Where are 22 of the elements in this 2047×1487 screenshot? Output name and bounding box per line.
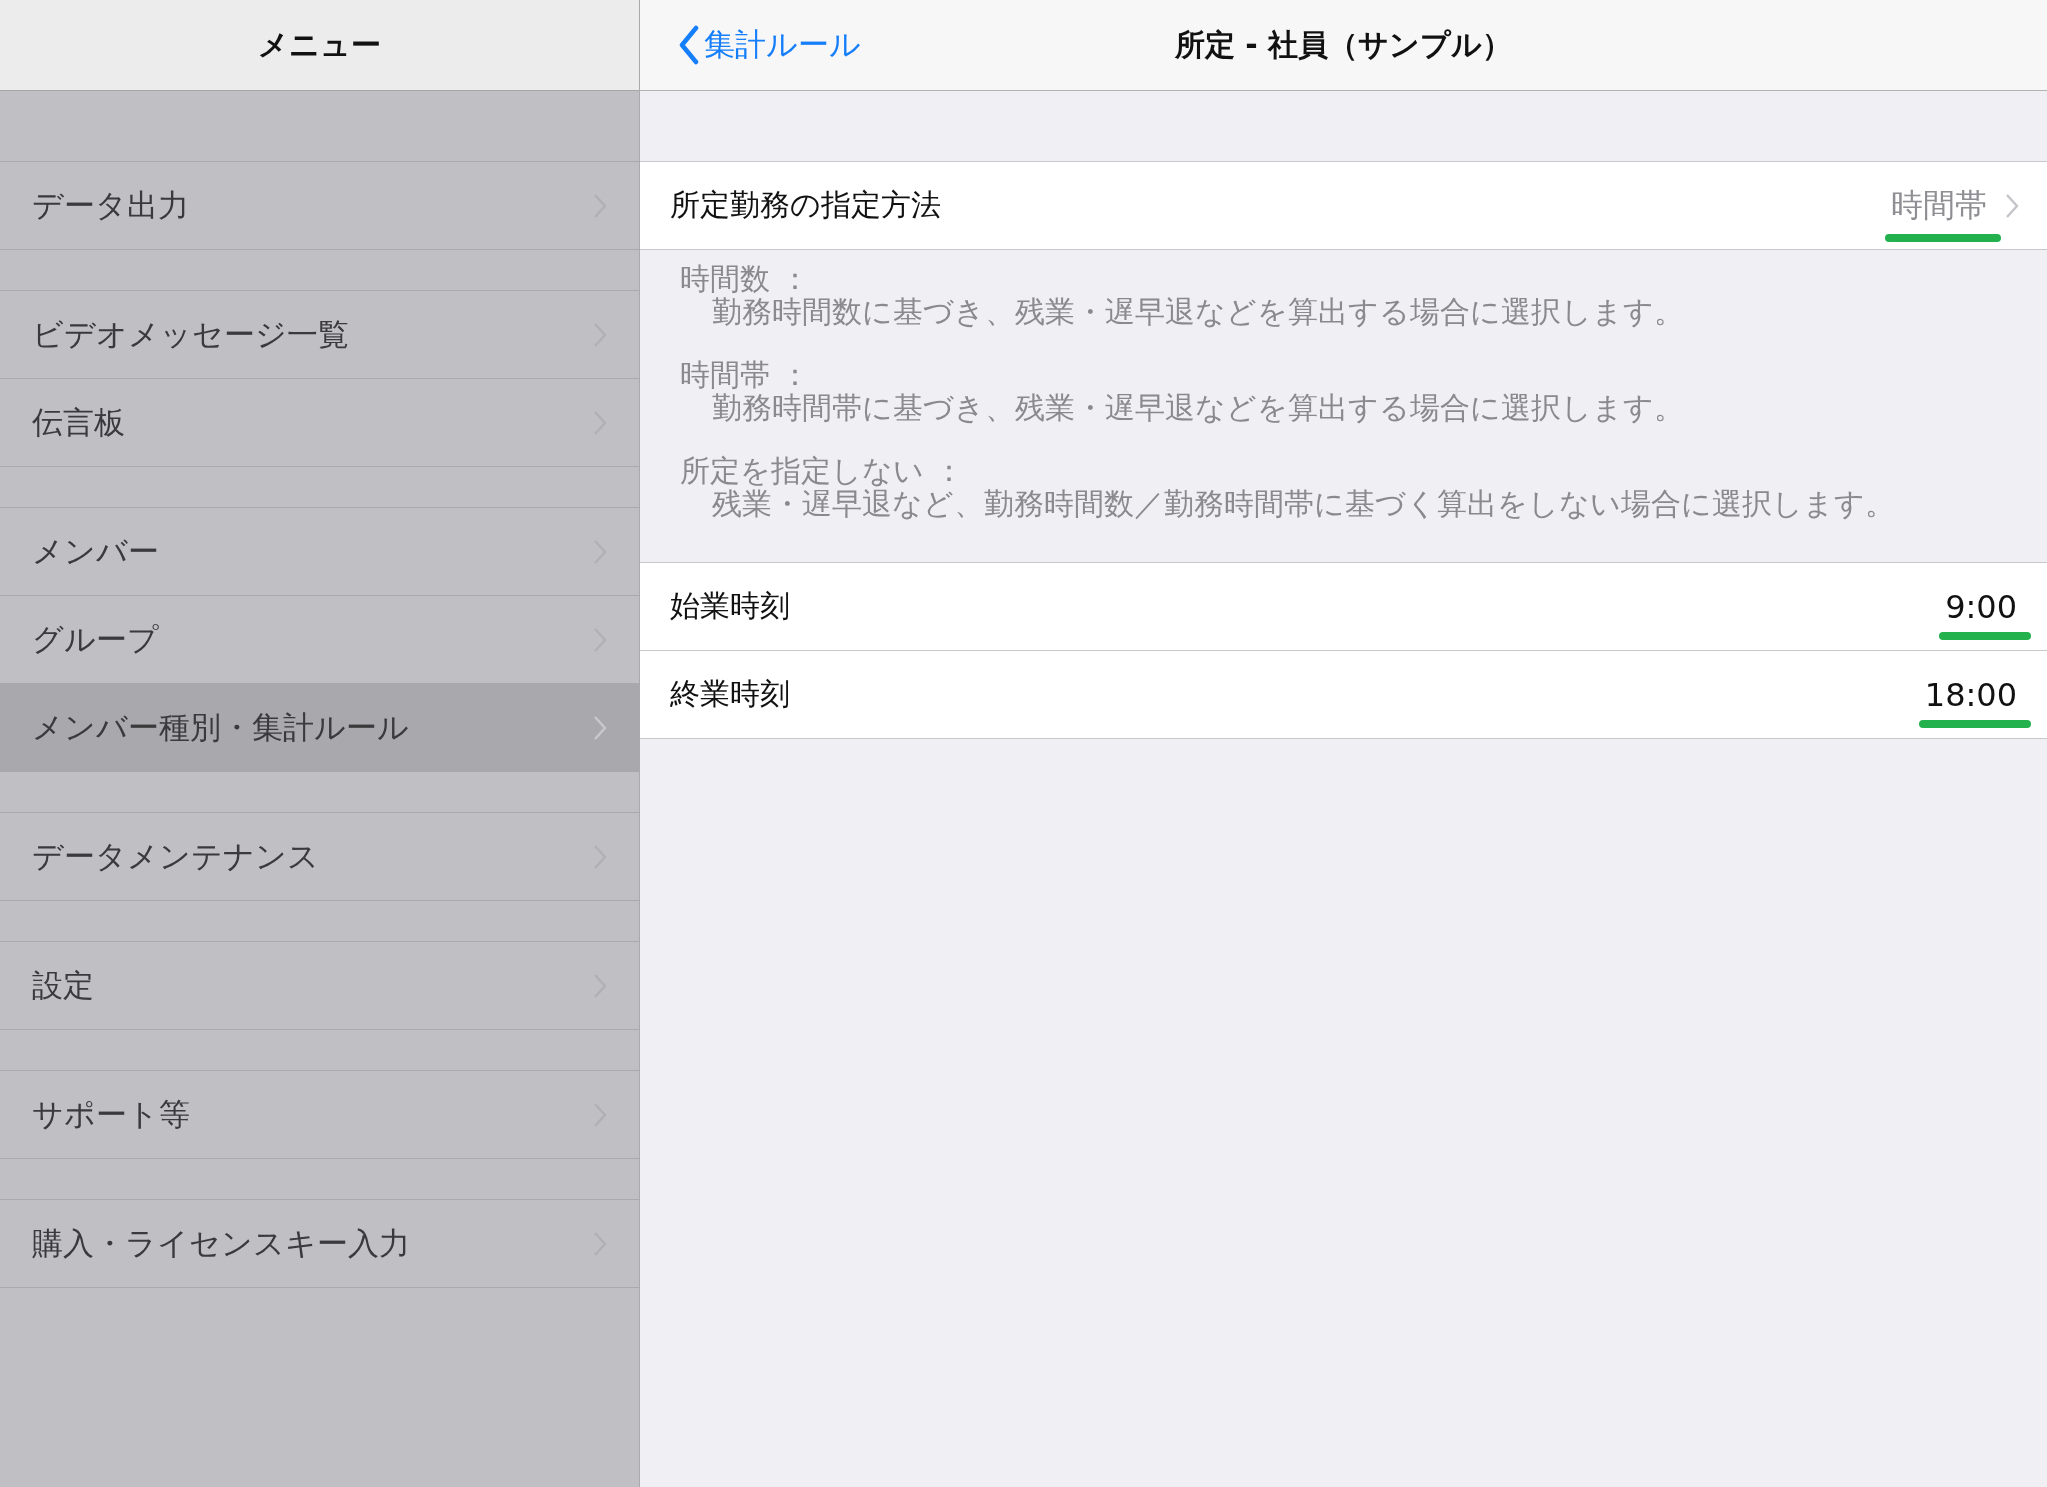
row-label: 終業時刻 — [670, 675, 791, 713]
row-value: 時間帯 — [1891, 184, 1987, 226]
description-text: 残業・遅早退など、勤務時間数／勤務時間帯に基づく算出をしない場合に選択します。 — [711, 487, 1896, 520]
time-value: 9:00 — [1945, 587, 2017, 626]
menu-item[interactable]: メンバー種別・集計ルール — [0, 683, 639, 771]
method-row[interactable]: 所定勤務の指定方法 時間帯 — [640, 161, 2047, 250]
time-value: 18:00 — [1924, 675, 2017, 714]
description-term: 所定を指定しない ： — [680, 454, 965, 487]
row-label: 始業時刻 — [670, 587, 791, 625]
chevron-icon — [2005, 192, 2019, 219]
row-label: 所定勤務の指定方法 — [670, 186, 942, 224]
back-chevron-icon — [678, 25, 700, 65]
time-row[interactable]: 終業時刻 18:00 — [640, 650, 2047, 738]
description-text: 勤務時間帯に基づき、残業・遅早退などを算出する場合に選択します。 — [711, 391, 1685, 424]
sidebar-title: メニュー — [258, 25, 381, 64]
page-title: 所定 - 社員（サンプル） — [1174, 25, 1513, 64]
back-button[interactable]: 集計ルール — [678, 24, 861, 66]
description-term: 時間帯 ： — [680, 358, 811, 391]
description-term: 時間数 ： — [680, 262, 811, 295]
description-text: 勤務時間数に基づき、残業・遅早退などを算出する場合に選択します。 — [711, 295, 1685, 328]
time-row[interactable]: 始業時刻 9:00 — [640, 563, 2047, 650]
chevron-icon — [593, 714, 607, 741]
